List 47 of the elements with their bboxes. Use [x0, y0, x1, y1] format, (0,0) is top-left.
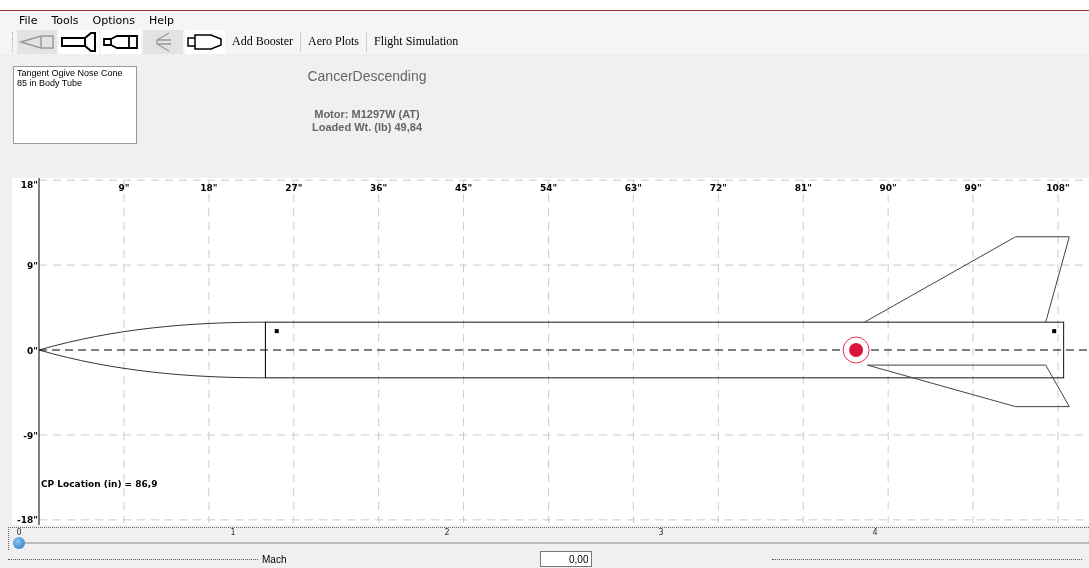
axis-tick-label: 81": [794, 183, 812, 193]
menu-item[interactable]: File: [12, 13, 45, 27]
list-item[interactable]: Tangent Ogive Nose Cone: [17, 67, 133, 78]
axis-tick-label: 18": [200, 183, 218, 193]
toolbar-button[interactable]: Aero Plots: [303, 34, 364, 50]
axis-tick-label: 72": [709, 183, 727, 193]
axis-tick-label: 45": [454, 183, 473, 193]
toolbar-button[interactable]: Add Booster: [227, 34, 298, 50]
menu-item[interactable]: Help: [142, 13, 182, 27]
toolbar-button[interactable]: Flight Simulation: [369, 34, 464, 50]
cp-marker-icon: [842, 336, 870, 364]
mach-label: Mach: [261, 553, 288, 565]
slider-tick-label: 0: [16, 528, 22, 537]
slider-tick-label: 2: [444, 528, 450, 537]
boattail-tool-button[interactable]: [185, 29, 225, 54]
axis-tick-label: 54": [539, 183, 558, 193]
slider-thumb[interactable]: [13, 537, 25, 549]
axis-tick-label: 36": [370, 183, 388, 193]
transition-tool-button[interactable]: [101, 29, 141, 54]
weight-text: Loaded Wt. (lb) 49,84: [312, 120, 422, 134]
axis-tick-label: 9": [27, 261, 38, 272]
boattail-icon: [187, 33, 223, 50]
menu-item[interactable]: Options: [85, 13, 142, 27]
nose-cone-icon: [19, 33, 55, 50]
axis-tick-label: 99": [964, 183, 982, 193]
axis-tick-label: 27": [285, 183, 303, 193]
slider-tick-label: 4: [872, 528, 878, 537]
motor-text: Motor: M1297W (AT): [314, 107, 420, 121]
finned-tool-button[interactable]: [59, 29, 99, 54]
mach-value-field[interactable]: 0,00: [540, 551, 593, 567]
axis-tick-label: 108": [1046, 183, 1070, 193]
axis-tick-label: 18": [20, 180, 38, 190]
axis-tick-label: -18": [17, 515, 38, 525]
axis-tick-label: 9": [118, 183, 130, 193]
list-item[interactable]: 85 in Body Tube: [17, 77, 133, 88]
menu-item[interactable]: Tools: [44, 13, 86, 27]
slider-tick-label: 3: [658, 528, 664, 537]
axis-tick-label: 63": [624, 183, 642, 193]
transition-icon: [103, 33, 139, 50]
slider-tick-label: 1: [230, 528, 236, 537]
rocket-name: CancerDescending: [307, 67, 427, 84]
cp-location-label: CP Location (in) = 86,9: [41, 479, 158, 489]
axis-tick-label: 0": [27, 346, 38, 356]
finned-tube-icon: [61, 31, 97, 52]
component-list[interactable]: Tangent Ogive Nose Cone 85 in Body Tube: [13, 65, 137, 144]
axis-tick-label: 90": [879, 183, 897, 193]
axis-tick-label: -9": [23, 430, 38, 441]
